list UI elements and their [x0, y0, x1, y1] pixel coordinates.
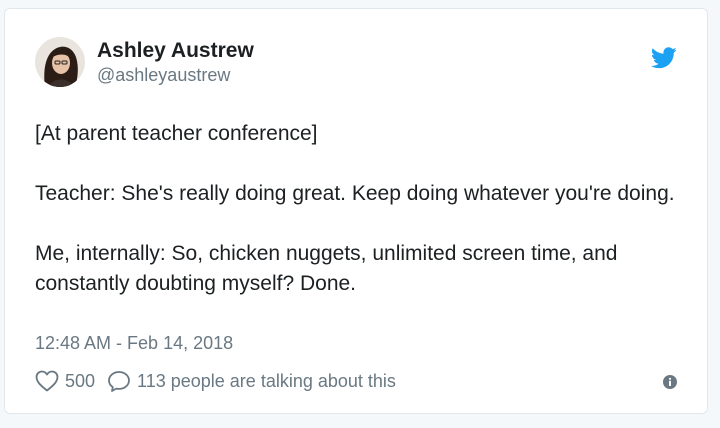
- tweet-paragraph: Me, internally: So, chicken nuggets, unl…: [35, 242, 618, 295]
- avatar[interactable]: [35, 37, 85, 87]
- twitter-bird-icon[interactable]: [650, 47, 677, 69]
- author-names: Ashley Austrew @ashleyaustrew: [97, 38, 254, 86]
- heart-icon: [35, 370, 59, 392]
- conversation-count: 113 people are talking about this: [137, 371, 396, 391]
- like-button[interactable]: 500: [35, 369, 95, 393]
- tweet-actions: 500 113 people are talking about this: [35, 369, 396, 393]
- tweet-text: [At parent teacher conference] Teacher: …: [35, 119, 685, 299]
- speech-bubble-icon: [107, 370, 131, 392]
- like-count: 500: [65, 371, 96, 391]
- tweet-card: Ashley Austrew @ashleyaustrew [At parent…: [4, 8, 708, 414]
- reply-button[interactable]: 113 people are talking about this: [107, 369, 396, 393]
- author-handle[interactable]: @ashleyaustrew: [97, 64, 254, 86]
- tweet-paragraph: [At parent teacher conference]: [35, 122, 318, 145]
- author-display-name[interactable]: Ashley Austrew: [97, 38, 254, 64]
- tweet-paragraph: Teacher: She's really doing great. Keep …: [35, 182, 675, 205]
- avatar-image: [35, 37, 85, 87]
- tweet-header: Ashley Austrew @ashleyaustrew: [35, 37, 254, 87]
- info-icon[interactable]: [663, 375, 677, 389]
- tweet-timestamp[interactable]: 12:48 AM - Feb 14, 2018: [35, 331, 233, 355]
